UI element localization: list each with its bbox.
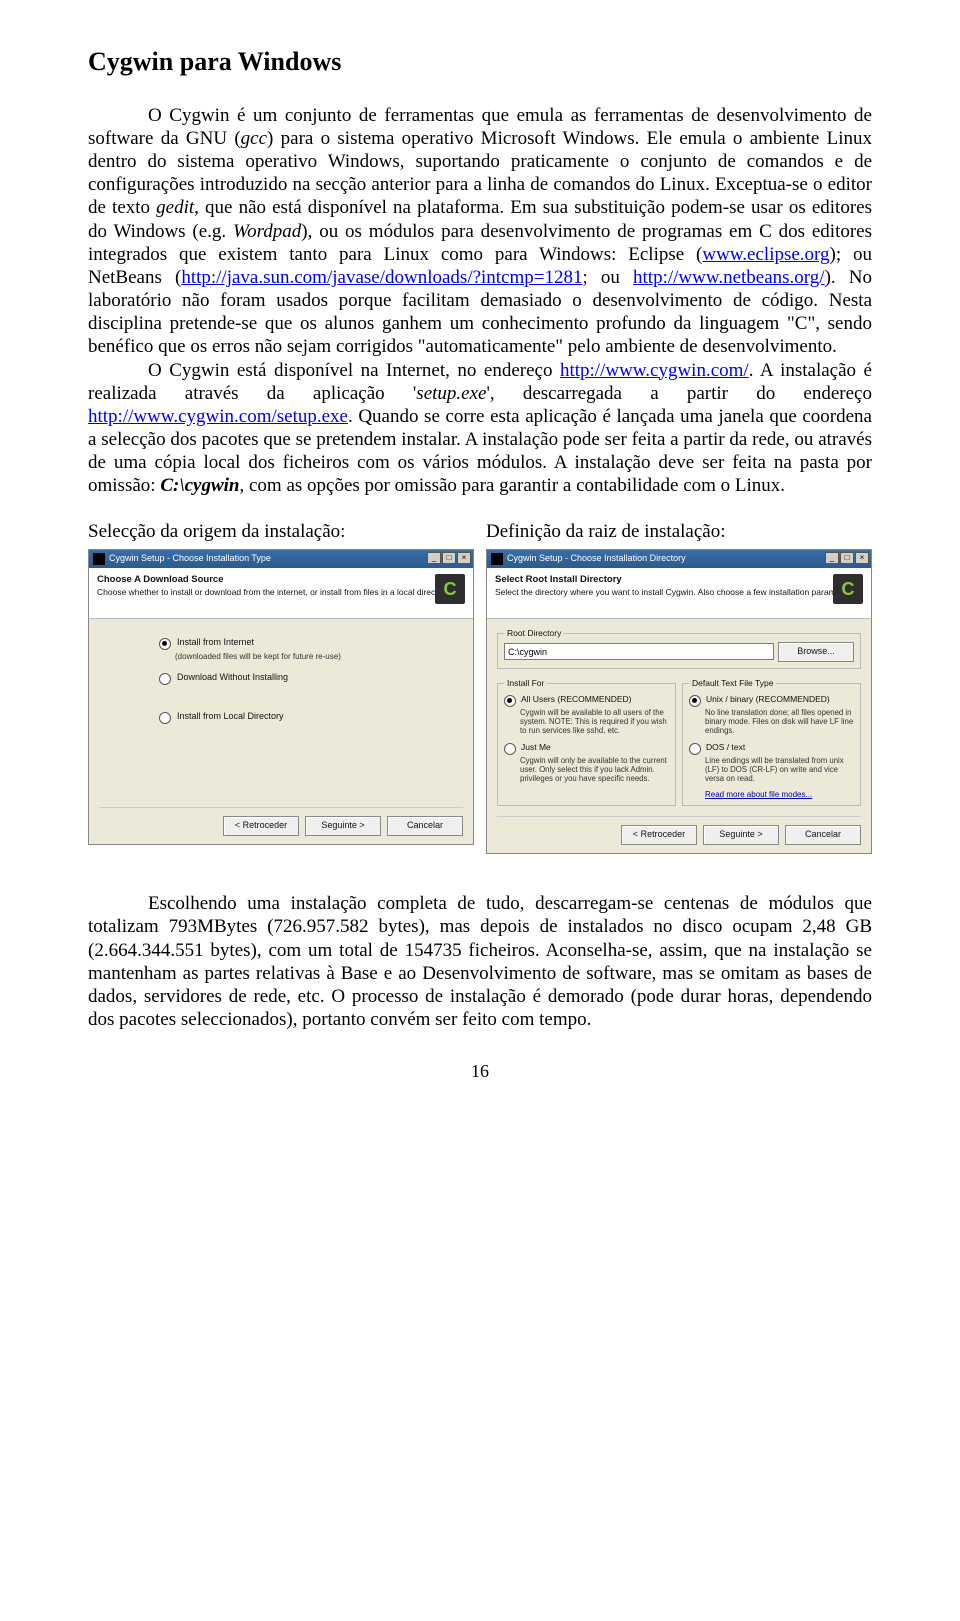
page-title: Cygwin para Windows [88,46,872,78]
browse-button[interactable]: Browse... [778,642,854,662]
paragraph-3: Escolhendo uma instalação completa de tu… [88,892,872,1031]
page-number: 16 [88,1061,872,1083]
close-button[interactable]: × [457,552,471,564]
cancel-button[interactable]: Cancelar [785,825,861,845]
window-title: Cygwin Setup - Choose Installation Direc… [507,553,686,564]
cygwin-path: C:\cygwin [160,475,239,496]
titlebar: Cygwin Setup - Choose Installation Type … [89,550,473,568]
radio-icon [504,743,516,755]
radio-icon [159,712,171,724]
netbeans-link[interactable]: http://www.netbeans.org/ [633,267,825,288]
gedit-term: gedit [156,197,194,218]
back-button[interactable]: < Retroceder [621,825,697,845]
radio-download-only[interactable]: Download Without Installing [159,672,463,685]
right-screenshot-col: Definição da raiz de instalação: Cygwin … [486,520,872,855]
file-type-group: Default Text File Type Unix / binary (RE… [682,683,861,806]
radio-description: Cygwin will only be available to the cur… [520,757,669,784]
cygwin-logo-icon: C [833,574,863,604]
root-directory-input[interactable] [504,643,774,660]
gcc-term: gcc [241,128,267,149]
dialog-install-type: Cygwin Setup - Choose Installation Type … [88,549,474,845]
radio-description: Line endings will be translated from uni… [705,757,854,784]
radio-all-users[interactable]: All Users (RECOMMENDED) [504,694,669,707]
group-label: Install For [504,678,547,688]
minimize-button[interactable]: _ [427,552,441,564]
text: , com as opções por omissão para garanti… [239,475,785,496]
screenshots-row: Selecção da origem da instalação: Cygwin… [88,520,872,855]
dialog-subheading: Select the directory where you want to i… [495,587,863,597]
window-title: Cygwin Setup - Choose Installation Type [109,553,271,564]
radio-install-internet[interactable]: Install from Internet [159,637,463,650]
radio-icon [689,695,701,707]
paragraph-1: O Cygwin é um conjunto de ferramentas qu… [88,104,872,359]
maximize-button[interactable]: □ [442,552,456,564]
app-icon [93,553,105,565]
radio-icon [159,673,171,685]
dialog-heading: Select Root Install Directory [495,574,863,586]
radio-description: No line translation done; all files open… [705,709,854,736]
radio-just-me[interactable]: Just Me [504,742,669,755]
radio-note: (downloaded files will be kept for futur… [175,652,463,662]
paragraph-2: O Cygwin está disponível na Internet, no… [88,359,872,498]
next-button[interactable]: Seguinte > [703,825,779,845]
radio-label: Download Without Installing [177,672,288,683]
dialog-header: Select Root Install Directory Select the… [487,568,871,619]
left-caption: Selecção da origem da instalação: [88,520,474,543]
eclipse-link[interactable]: www.eclipse.org [702,244,829,265]
radio-label: Unix / binary (RECOMMENDED) [706,694,830,704]
maximize-button[interactable]: □ [840,552,854,564]
radio-local-dir[interactable]: Install from Local Directory [159,711,463,724]
radio-description: Cygwin will be available to all users of… [520,709,669,736]
wordpad-term: Wordpad [233,221,301,242]
radio-label: Install from Internet [177,637,254,648]
next-button[interactable]: Seguinte > [305,816,381,836]
radio-label: Install from Local Directory [177,711,284,722]
radio-label: All Users (RECOMMENDED) [521,694,632,704]
install-for-group: Install For All Users (RECOMMENDED) Cygw… [497,683,676,806]
setup-exe-term: setup.exe [416,383,486,404]
right-caption: Definição da raiz de instalação: [486,520,872,543]
dialog-body: Root Directory Browse... Install For All… [487,619,871,816]
dialog-body: Install from Internet (downloaded files … [89,619,473,807]
text: O Cygwin está disponível na Internet, no… [148,360,560,381]
text: ', descarregada a partir do endereço [486,383,872,404]
radio-icon [504,695,516,707]
group-label: Default Text File Type [689,678,776,688]
app-icon [491,553,503,565]
radio-label: Just Me [521,742,551,752]
titlebar: Cygwin Setup - Choose Installation Direc… [487,550,871,568]
left-screenshot-col: Selecção da origem da instalação: Cygwin… [88,520,474,855]
dialog-header: Choose A Download Source Choose whether … [89,568,473,619]
radio-dos-text[interactable]: DOS / text [689,742,854,755]
radio-icon [159,638,171,650]
text: ; ou [583,267,634,288]
cygwin-link[interactable]: http://www.cygwin.com/ [560,360,749,381]
back-button[interactable]: < Retroceder [223,816,299,836]
netbeans-download-link[interactable]: http://java.sun.com/javase/downloads/?in… [181,267,582,288]
dialog-install-dir: Cygwin Setup - Choose Installation Direc… [486,549,872,854]
radio-unix-binary[interactable]: Unix / binary (RECOMMENDED) [689,694,854,707]
dialog-heading: Choose A Download Source [97,574,465,586]
cygwin-logo-icon: C [435,574,465,604]
cygwin-setup-link[interactable]: http://www.cygwin.com/setup.exe [88,406,348,427]
dialog-subheading: Choose whether to install or download fr… [97,587,465,597]
cancel-button[interactable]: Cancelar [387,816,463,836]
root-directory-group: Root Directory Browse... [497,633,861,669]
radio-icon [689,743,701,755]
minimize-button[interactable]: _ [825,552,839,564]
close-button[interactable]: × [855,552,869,564]
radio-label: DOS / text [706,742,745,752]
file-modes-link[interactable]: Read more about file modes... [705,790,854,800]
group-label: Root Directory [504,628,564,638]
